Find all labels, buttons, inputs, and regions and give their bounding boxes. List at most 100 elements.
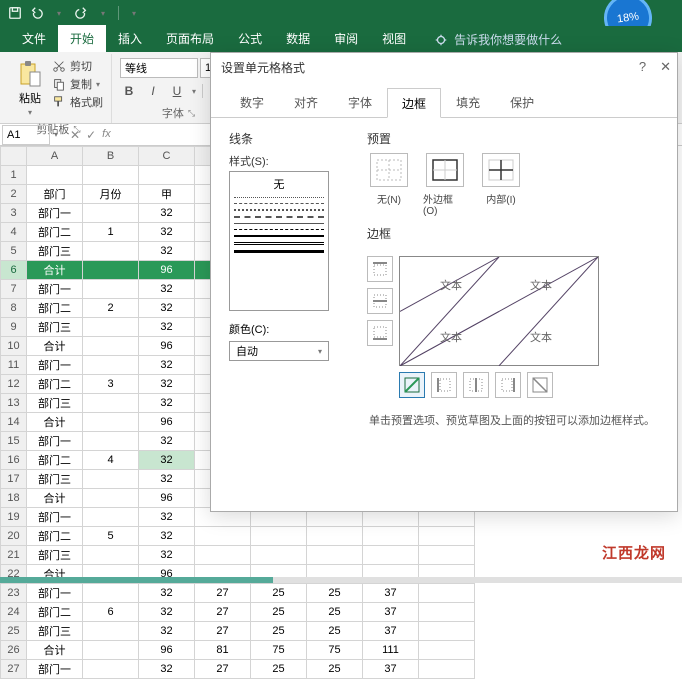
cell[interactable]: 25 xyxy=(307,584,363,603)
row-header[interactable]: 2 xyxy=(1,185,27,204)
cell[interactable]: 合计 xyxy=(27,337,83,356)
cell[interactable]: 32 xyxy=(139,280,195,299)
cell[interactable]: 32 xyxy=(139,394,195,413)
cancel-formula-icon[interactable]: ✕ xyxy=(70,128,80,142)
cell[interactable]: 32 xyxy=(139,299,195,318)
cell[interactable]: 37 xyxy=(363,660,419,679)
line-style-option[interactable] xyxy=(234,216,324,218)
cell[interactable] xyxy=(419,622,475,641)
ribbon-tab-3[interactable]: 页面布局 xyxy=(154,25,226,52)
ribbon-tab-5[interactable]: 数据 xyxy=(274,25,322,52)
cell[interactable]: 32 xyxy=(139,204,195,223)
row-header[interactable]: 21 xyxy=(1,546,27,565)
cell[interactable]: 部门一 xyxy=(27,356,83,375)
cell[interactable]: 部门一 xyxy=(27,584,83,603)
cell[interactable]: 96 xyxy=(139,261,195,280)
cell[interactable]: 32 xyxy=(139,223,195,242)
cell[interactable] xyxy=(139,166,195,185)
cell[interactable] xyxy=(83,584,139,603)
line-style-option[interactable] xyxy=(234,209,324,211)
dialog-tab-0[interactable]: 数字 xyxy=(225,87,279,117)
row-header[interactable]: 18 xyxy=(1,489,27,508)
cell[interactable] xyxy=(83,337,139,356)
cell[interactable]: 37 xyxy=(363,603,419,622)
row-header[interactable]: 20 xyxy=(1,527,27,546)
cell[interactable]: 25 xyxy=(251,622,307,641)
bold-button[interactable]: B xyxy=(120,82,138,100)
cell[interactable]: 32 xyxy=(139,451,195,470)
cell[interactable]: 甲 xyxy=(139,185,195,204)
row-header[interactable]: 6 xyxy=(1,261,27,280)
row-header[interactable]: 1 xyxy=(1,166,27,185)
cell[interactable]: 月份 xyxy=(83,185,139,204)
row-header[interactable]: 26 xyxy=(1,641,27,660)
paste-button[interactable]: 粘贴 ▾ xyxy=(14,58,46,119)
cell[interactable]: 32 xyxy=(139,375,195,394)
cell[interactable] xyxy=(419,584,475,603)
cell[interactable] xyxy=(83,280,139,299)
cell[interactable]: 27 xyxy=(195,603,251,622)
cell[interactable]: 25 xyxy=(307,622,363,641)
cell[interactable] xyxy=(83,356,139,375)
border-diag-up-button[interactable] xyxy=(399,372,425,398)
cell[interactable] xyxy=(83,660,139,679)
border-diag-down-button[interactable] xyxy=(527,372,553,398)
paste-dropdown-icon[interactable]: ▾ xyxy=(28,108,32,117)
col-header-C[interactable]: C xyxy=(139,147,195,166)
copy-button[interactable]: 复制▾ xyxy=(52,76,103,92)
underline-button[interactable]: U xyxy=(168,82,186,100)
cell[interactable] xyxy=(419,603,475,622)
preset-inside[interactable]: 内部(I) xyxy=(479,153,523,217)
cell[interactable]: 部门二 xyxy=(27,451,83,470)
select-all-corner[interactable] xyxy=(1,147,27,166)
line-style-option[interactable] xyxy=(234,235,324,237)
cell[interactable] xyxy=(27,166,83,185)
cell[interactable]: 25 xyxy=(307,660,363,679)
cell[interactable]: 27 xyxy=(195,622,251,641)
redo-dropdown-icon[interactable]: ▾ xyxy=(96,6,110,20)
cell[interactable]: 部门三 xyxy=(27,394,83,413)
dialog-tab-1[interactable]: 对齐 xyxy=(279,87,333,117)
cell[interactable] xyxy=(83,508,139,527)
row-header[interactable]: 17 xyxy=(1,470,27,489)
cell[interactable]: 25 xyxy=(307,603,363,622)
cell[interactable]: 32 xyxy=(139,584,195,603)
cell[interactable]: 32 xyxy=(139,318,195,337)
cell[interactable]: 32 xyxy=(139,508,195,527)
row-header[interactable]: 23 xyxy=(1,584,27,603)
cell[interactable] xyxy=(83,242,139,261)
row-header[interactable]: 25 xyxy=(1,622,27,641)
row-header[interactable]: 8 xyxy=(1,299,27,318)
cell[interactable] xyxy=(83,318,139,337)
cell[interactable]: 2 xyxy=(83,299,139,318)
cell[interactable] xyxy=(363,546,419,565)
border-preview[interactable]: 文本 文本 文本 文本 xyxy=(399,256,599,366)
cell[interactable] xyxy=(195,527,251,546)
line-color-select[interactable]: 自动▾ xyxy=(229,341,329,361)
close-icon[interactable]: ✕ xyxy=(660,59,671,75)
cell[interactable] xyxy=(83,261,139,280)
cell[interactable]: 32 xyxy=(139,356,195,375)
cell[interactable]: 部门三 xyxy=(27,470,83,489)
cell[interactable]: 部门三 xyxy=(27,318,83,337)
cell[interactable] xyxy=(419,660,475,679)
ribbon-tab-1[interactable]: 开始 xyxy=(58,25,106,52)
cell[interactable]: 32 xyxy=(139,660,195,679)
row-header[interactable]: 9 xyxy=(1,318,27,337)
cell[interactable]: 部门三 xyxy=(27,546,83,565)
cell[interactable]: 75 xyxy=(307,641,363,660)
row-header[interactable]: 13 xyxy=(1,394,27,413)
cell[interactable]: 合计 xyxy=(27,489,83,508)
cell[interactable]: 25 xyxy=(251,603,307,622)
row-header[interactable]: 27 xyxy=(1,660,27,679)
line-style-list[interactable]: 无 xyxy=(229,171,329,311)
cell[interactable] xyxy=(307,546,363,565)
cell[interactable]: 合计 xyxy=(27,641,83,660)
cell[interactable]: 32 xyxy=(139,603,195,622)
cell[interactable] xyxy=(195,546,251,565)
cell[interactable]: 部门一 xyxy=(27,508,83,527)
border-left-button[interactable] xyxy=(431,372,457,398)
cell[interactable] xyxy=(83,546,139,565)
cell[interactable]: 32 xyxy=(139,527,195,546)
cell[interactable]: 部门二 xyxy=(27,603,83,622)
